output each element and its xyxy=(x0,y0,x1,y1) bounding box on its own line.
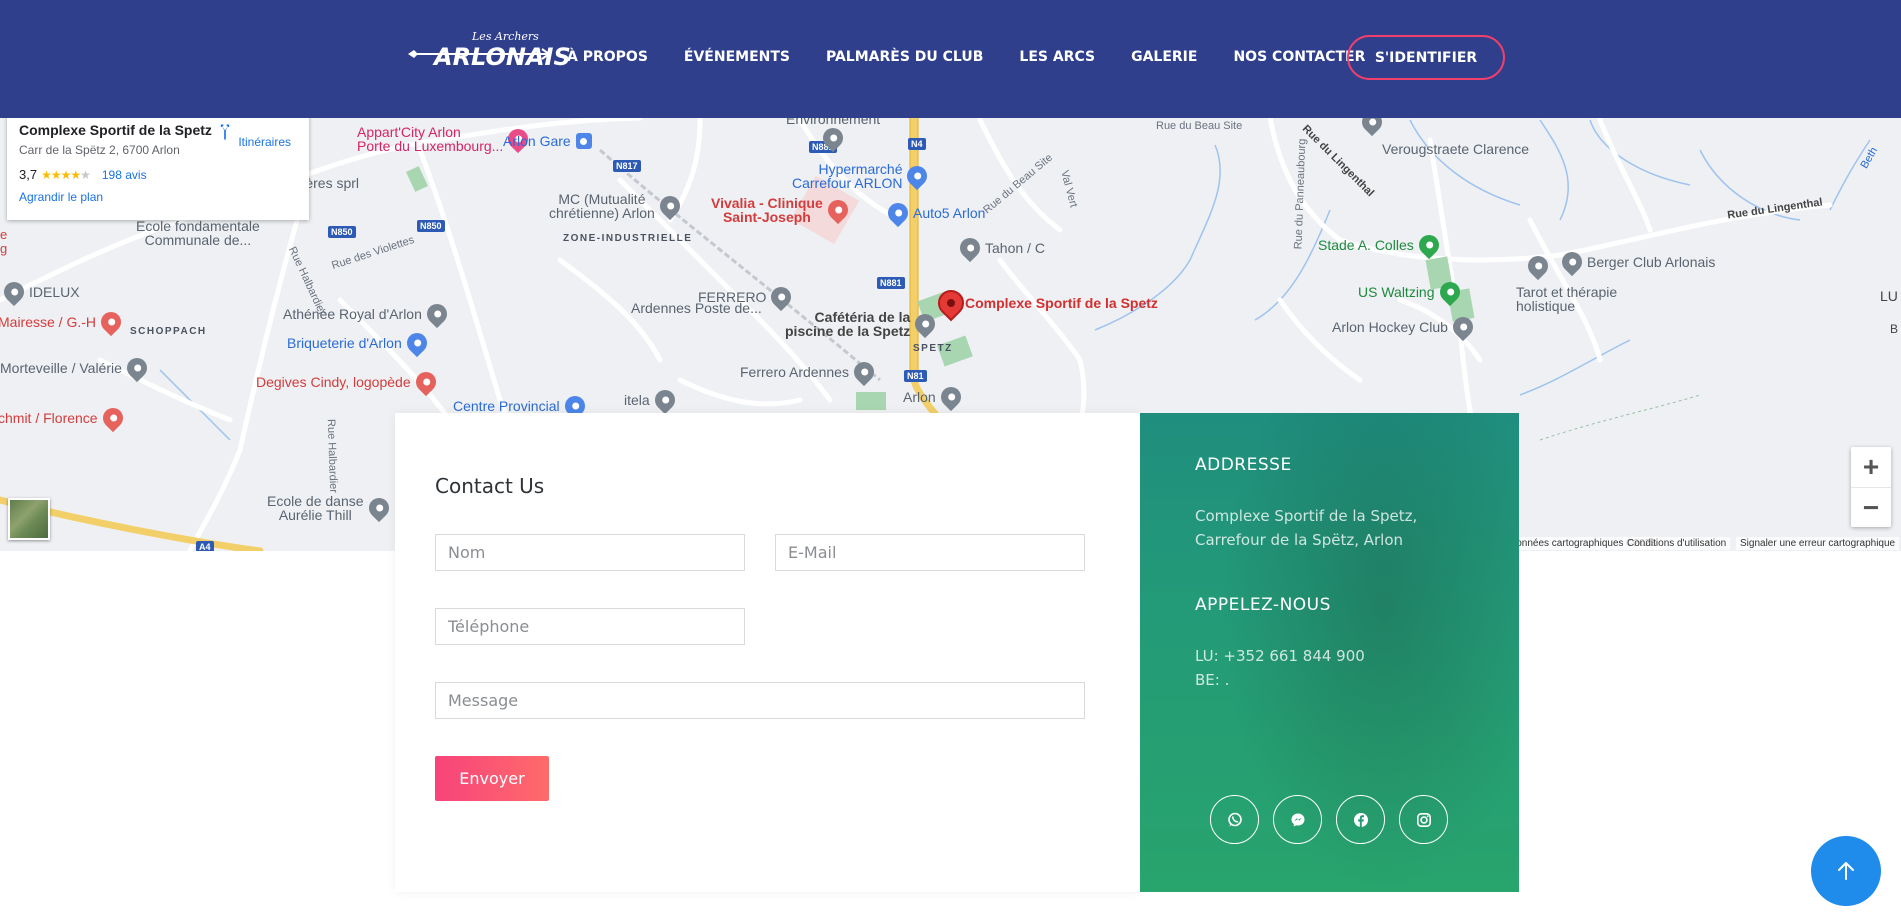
facebook-icon xyxy=(1353,812,1368,827)
poi-ardennes-poste[interactable]: Ardennes Poste de... xyxy=(631,301,762,315)
poi-tarot[interactable]: Tarot et thérapie holistique xyxy=(1516,285,1617,313)
address-title: ADDRESSE xyxy=(1195,455,1292,475)
edge-label: B xyxy=(1890,322,1899,336)
satellite-toggle-button[interactable] xyxy=(8,498,50,540)
poi-hockey[interactable]: Arlon Hockey Club xyxy=(1332,312,1478,342)
call-title: APPELEZ-NOUS xyxy=(1195,595,1331,615)
poi-verougstraete-label[interactable]: Verougstraete Clarence xyxy=(1382,142,1529,156)
street-label: Rue Halbardier xyxy=(324,418,340,494)
social-links xyxy=(1210,795,1448,844)
arrow-up-icon xyxy=(1838,862,1854,880)
instagram-icon xyxy=(1416,812,1431,827)
area-label: ZONE-INDUSTRIELLE xyxy=(563,233,693,244)
email-input[interactable] xyxy=(775,534,1085,571)
directions-label: Itinéraires xyxy=(238,135,291,149)
poi-degives[interactable]: Degives Cindy, logopède xyxy=(256,367,440,397)
road-shield: N881 xyxy=(877,277,905,289)
road-shield: N850 xyxy=(417,220,445,232)
road-shield: N850 xyxy=(328,226,356,238)
scroll-to-top-button[interactable] xyxy=(1811,836,1881,906)
poi-morteveille[interactable]: Morteveille / Valérie xyxy=(0,353,152,383)
messenger-button[interactable] xyxy=(1273,795,1322,844)
instagram-button[interactable] xyxy=(1399,795,1448,844)
nav-a-propos[interactable]: À PROPOS xyxy=(567,49,648,65)
road-shield: A4 xyxy=(196,541,214,551)
arrow-logo-icon xyxy=(408,48,550,60)
main-nav: À PROPOS ÉVÉNEMENTS PALMARÈS DU CLUB LES… xyxy=(567,0,1365,114)
address-text: Complexe Sportif de la Spetz, Carrefour … xyxy=(1195,504,1417,552)
send-button[interactable]: Envoyer xyxy=(435,756,549,801)
login-button[interactable]: S'IDENTIFIER xyxy=(1347,35,1505,80)
message-input[interactable] xyxy=(435,682,1085,719)
phone-be: BE: . xyxy=(1195,671,1230,689)
terms-link[interactable]: Conditions d'utilisation xyxy=(1623,537,1731,550)
directions-button[interactable]: Itinéraires xyxy=(215,122,291,149)
facebook-button[interactable] xyxy=(1336,795,1385,844)
reviews-link[interactable]: 198 avis xyxy=(102,168,147,182)
poi-pin[interactable] xyxy=(1523,251,1553,281)
messenger-icon xyxy=(1291,813,1304,826)
poi-tahon[interactable]: Tahon / C xyxy=(955,233,1045,263)
zoom-control: + − xyxy=(1851,447,1891,527)
poi-hypermarche[interactable]: Hypermarché Carrefour ARLON xyxy=(792,161,932,191)
edge-label: LU xyxy=(1880,288,1898,304)
nav-palmares[interactable]: PALMARÈS DU CLUB xyxy=(826,49,983,65)
edge-label: g xyxy=(0,241,8,256)
site-logo[interactable]: Les Archers ARLONAIS xyxy=(408,28,571,74)
contact-title: Contact Us xyxy=(435,474,545,498)
poi-arlon-gare[interactable]: Arlon Gare xyxy=(503,133,592,149)
place-rating: 3,7 ★★★★★ 198 avis xyxy=(19,167,297,182)
rating-stars-icon: ★★★★★ xyxy=(41,167,91,182)
poi-berger[interactable]: Berger Club Arlonais xyxy=(1557,247,1715,277)
poi-stade[interactable]: Stade A. Colles xyxy=(1318,230,1443,260)
rating-value: 3,7 xyxy=(19,167,38,182)
area-label: SPETZ xyxy=(913,343,953,354)
phone-lu: LU: +352 661 844 900 xyxy=(1195,647,1365,665)
poi-itela[interactable]: itela xyxy=(624,385,679,415)
marker-label[interactable]: Complexe Sportif de la Spetz xyxy=(965,296,1158,310)
nav-evenements[interactable]: ÉVÉNEMENTS xyxy=(684,49,790,65)
poi-mairesse[interactable]: Mairesse / G.-H xyxy=(0,307,126,337)
contact-info-panel: ADDRESSE Complexe Sportif de la Spetz, C… xyxy=(1140,413,1519,892)
address-line: Complexe Sportif de la Spetz, xyxy=(1195,507,1418,525)
edge-label: e xyxy=(0,227,8,242)
site-header: Les Archers ARLONAIS À PROPOS ÉVÉNEMENTS… xyxy=(0,0,1901,118)
poi-ecole-fondamentale[interactable]: Ecole fondamentale Communale de... xyxy=(136,219,260,247)
logo-small-text: Les Archers xyxy=(472,30,539,43)
poi-arlon[interactable]: Arlon xyxy=(903,382,965,412)
poi-vivalia[interactable]: Vivalia - Clinique Saint-Joseph xyxy=(711,195,852,225)
report-error-link[interactable]: Signaler une erreur cartographique xyxy=(1736,537,1900,550)
address-line: Carrefour de la Spëtz, Arlon xyxy=(1195,531,1404,549)
phone-text: LU: +352 661 844 900 BE: . xyxy=(1195,644,1365,692)
road-shield: N81 xyxy=(904,370,927,382)
poi-auto5[interactable]: Auto5 Arlon xyxy=(883,198,985,228)
poi-cafeteria[interactable]: Cafétéria de la piscine de la Spetz xyxy=(785,309,940,339)
street-label: Rue du Beau Site xyxy=(1156,120,1243,132)
poi-chmit[interactable]: chmit / Florence xyxy=(0,403,127,433)
nav-les-arcs[interactable]: LES ARCS xyxy=(1019,49,1095,65)
phone-input[interactable] xyxy=(435,608,745,645)
contact-form-card: Contact Us Envoyer xyxy=(395,413,1140,892)
zoom-out-button[interactable]: − xyxy=(1851,487,1891,527)
poi-athenee[interactable]: Athénée Royal d'Arlon xyxy=(283,299,452,329)
poi-briqueterie[interactable]: Briqueterie d'Arlon xyxy=(287,328,431,358)
directions-icon xyxy=(220,124,230,140)
place-info-card: Complexe Sportif de la Spetz Carr de la … xyxy=(7,112,309,220)
poi-idelux[interactable]: IDELUX xyxy=(0,277,80,307)
whatsapp-button[interactable] xyxy=(1210,795,1259,844)
poi-mc[interactable]: MC (Mutualité chrétienne) Arlon xyxy=(549,191,684,221)
poi-ferrero-ardennes[interactable]: Ferrero Ardennes xyxy=(740,357,879,387)
area-label: SCHOPPACH xyxy=(130,326,207,337)
nav-contacter[interactable]: NOS CONTACTER xyxy=(1233,49,1365,65)
poi-us-waltzing[interactable]: US Waltzing xyxy=(1358,277,1464,307)
nav-galerie[interactable]: GALERIE xyxy=(1131,49,1197,65)
name-input[interactable] xyxy=(435,534,745,571)
road-shield: N4 xyxy=(908,138,926,150)
road-shield: N817 xyxy=(613,160,641,172)
poi-ecole-danse[interactable]: Ecole de danse Aurélie Thill xyxy=(267,493,393,523)
whatsapp-icon xyxy=(1227,812,1242,826)
enlarge-map-link[interactable]: Agrandir le plan xyxy=(19,190,297,204)
zoom-in-button[interactable]: + xyxy=(1851,447,1891,487)
